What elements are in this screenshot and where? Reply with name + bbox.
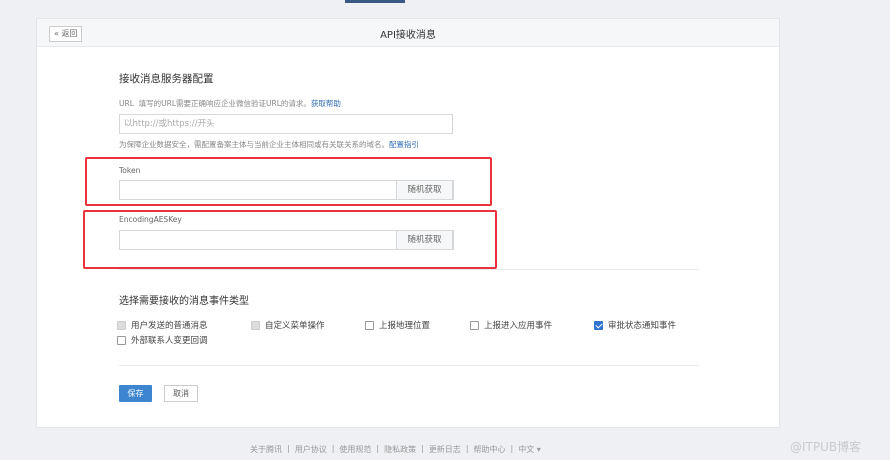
event-checkbox-external-contact[interactable]: 外部联系人变更回调 — [117, 334, 208, 346]
checkbox-icon — [470, 320, 479, 330]
footer-links: 关于腾讯 | 用户协议 | 使用规范 | 隐私政策 | 更新日志 | 帮助中心 | 中文 ▾ — [250, 444, 541, 455]
checkbox-icon — [117, 320, 126, 330]
checkbox-label: 上报进入应用事件 — [484, 321, 553, 331]
event-types-title: 选择需要接收的消息事件类型 — [119, 296, 249, 307]
separator: | — [465, 444, 469, 453]
footer-link[interactable]: 隐私政策 — [384, 444, 416, 455]
domain-hint: 为保障企业数据安全，需配置备案主体与当前企业主体相同或有关联关系的域名。 — [119, 140, 389, 149]
event-checkbox-enter-app[interactable]: 上报进入应用事件 — [470, 319, 552, 331]
checkbox-icon — [365, 320, 374, 330]
watermark: @ITPUB博客 — [790, 440, 862, 454]
cancel-button[interactable]: 取消 — [164, 385, 198, 402]
footer-link[interactable]: 关于腾讯 — [250, 444, 282, 455]
checkbox-label: 上报地理位置 — [379, 321, 431, 331]
checkbox-label: 自定义菜单操作 — [265, 321, 325, 331]
separator: | — [376, 444, 380, 453]
back-button[interactable]: « 返回 — [49, 26, 83, 42]
footer-link[interactable]: 帮助中心 — [474, 444, 506, 455]
event-checkbox-approval[interactable]: 审批状态通知事件 — [594, 319, 676, 331]
footer-link[interactable]: 用户协议 — [295, 444, 327, 455]
separator: | — [331, 444, 335, 453]
separator: | — [510, 444, 514, 453]
active-tab-indicator — [345, 0, 405, 3]
page-title: API接收消息 — [380, 30, 436, 41]
event-checkbox-custom-menu[interactable]: 自定义菜单操作 — [251, 319, 325, 331]
highlight-aeskey — [83, 210, 497, 269]
checkbox-icon — [117, 335, 126, 345]
divider — [119, 269, 699, 270]
divider — [119, 365, 699, 366]
url-input[interactable]: 以http://或https://开头 — [119, 114, 453, 134]
language-select[interactable]: 中文 ▾ — [518, 444, 541, 455]
config-guide-link[interactable]: 配置指引 — [389, 140, 419, 149]
get-help-link[interactable]: 获取帮助 — [311, 99, 341, 108]
footer-link[interactable]: 使用规范 — [339, 444, 371, 455]
url-label: URL — [119, 99, 134, 108]
separator: | — [287, 444, 290, 453]
checkbox-label: 审批状态通知事件 — [608, 321, 677, 331]
event-checkbox-user-message[interactable]: 用户发送的普通消息 — [117, 319, 208, 331]
checkbox-checked-icon — [594, 320, 603, 330]
checkbox-icon — [251, 320, 260, 330]
footer-link[interactable]: 更新日志 — [429, 444, 461, 455]
checkbox-label: 外部联系人变更回调 — [131, 336, 208, 346]
separator: | — [421, 444, 424, 453]
checkbox-label: 用户发送的普通消息 — [131, 321, 208, 331]
server-config-title: 接收消息服务器配置 — [119, 73, 214, 85]
save-button[interactable]: 保存 — [119, 385, 152, 402]
url-hint: 填写的URL需要正确响应企业微信验证URL的请求。 — [138, 99, 311, 108]
panel-header: API接收消息 « 返回 — [37, 19, 779, 47]
highlight-token — [85, 157, 492, 206]
event-checkbox-location[interactable]: 上报地理位置 — [365, 319, 430, 331]
